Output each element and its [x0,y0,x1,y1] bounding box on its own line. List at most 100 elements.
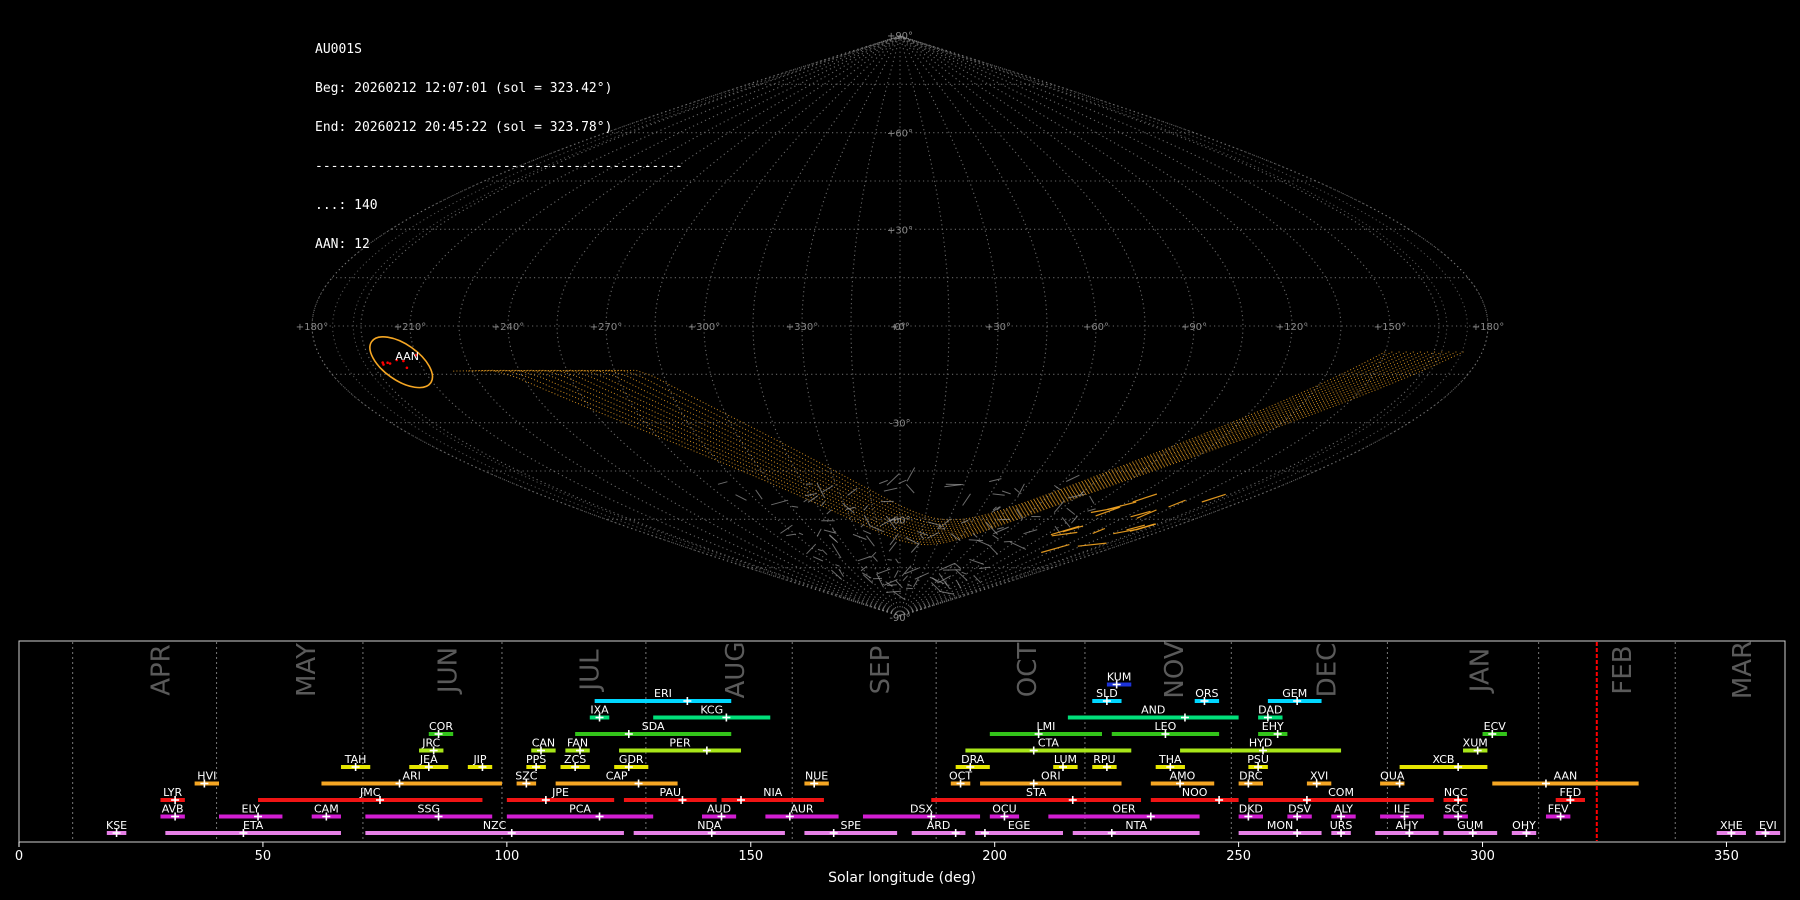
shower-label: ILE [1394,803,1410,816]
shower-label: CTA [1038,737,1060,750]
shower-label: NIA [763,786,782,799]
shower-label: NOO [1182,786,1208,799]
shower-label: JIP [472,753,486,766]
shower-label: NDA [697,819,722,832]
shower-label: OHY [1512,819,1536,832]
shower-ncc: NCC [1443,786,1468,804]
shower-label: THA [1158,753,1182,766]
shower-ege: EGE [975,819,1063,837]
shower-label: CAM [314,803,339,816]
shower-hvi: HVI [194,770,220,788]
shower-label: NTA [1125,819,1147,832]
shower-fan: FAN [565,737,590,755]
shower-label: AND [1141,704,1165,717]
shower-label: DRC [1239,770,1263,783]
shower-label: SLD [1096,687,1118,700]
shower-label: OER [1112,803,1136,816]
month-label: DEC [1313,643,1343,698]
shower-label: GDR [619,753,644,766]
shower-com: COM [1248,786,1434,804]
shower-psu: PSU [1247,753,1269,771]
month-label: MAR [1728,641,1758,699]
shower-amo: AMO [1150,770,1215,788]
shower-ahy: AHY [1375,819,1439,837]
shower-sta: STA [931,786,1142,804]
shower-pau: PAU [623,786,717,804]
shower-ssg: SSG [365,803,493,821]
shower-dsx: DSX [862,803,981,821]
shower-label: AUR [790,803,814,816]
month-label: APR [146,644,176,696]
shower-label: COM [1328,786,1354,799]
x-tick-label: 100 [494,849,519,864]
shower-ixa: IXA [589,704,610,722]
shower-and: AND [1067,704,1239,722]
shower-label: QUA [1380,770,1405,783]
shower-nta: NTA [1072,819,1200,837]
month-label: NOV [1160,641,1190,698]
shower-gdr: GDR [614,753,649,771]
shower-label: CAP [606,770,628,783]
shower-noo: NOO [1150,786,1239,804]
shower-label: PSU [1247,753,1269,766]
x-tick-label: 200 [982,849,1007,864]
shower-label: SSG [418,803,441,816]
shower-jrc: JRC [419,737,444,755]
shower-label: AUD [707,803,731,816]
shower-label: ALY [1334,803,1353,816]
shower-label: ECV [1484,720,1507,733]
shower-label: ZCS [564,753,586,766]
x-axis-label: Solar longitude (deg) [828,870,976,886]
shower-label: AVB [162,803,184,816]
shower-ors: ORS [1194,687,1220,705]
shower-xcb: XCB [1399,753,1488,771]
shower-nzc: NZC [365,819,624,837]
shower-label: AAN [1554,770,1578,783]
shower-label: SZC [515,770,538,783]
shower-aan: AAN [1492,770,1639,788]
x-tick-label: 250 [1226,849,1251,864]
shower-label: KUM [1107,671,1131,684]
shower-jmc: JMC [258,786,483,804]
shower-label: ELY [242,803,261,816]
shower-xvi: XVI [1306,770,1332,788]
month-label: SEP [866,646,896,695]
shower-label: HYD [1249,737,1272,750]
shower-fed: FED [1555,786,1585,804]
shower-label: GEM [1282,687,1307,700]
shower-kcg: KCG [653,704,771,722]
shower-pca: PCA [506,803,654,821]
shower-label: COR [429,720,453,733]
shower-cam: CAM [311,803,341,821]
shower-lyr: LYR [160,786,185,804]
shower-label: AHY [1396,819,1419,832]
shower-label: JRC [421,737,440,750]
shower-spe: SPE [804,819,898,837]
shower-label: LUM [1054,753,1077,766]
shower-label: PPS [526,753,546,766]
shower-label: MON [1267,819,1293,832]
shower-ely: ELY [219,803,283,821]
shower-label: CAN [532,737,555,750]
shower-can: CAN [531,737,556,755]
shower-oct: OCT [949,770,972,788]
shower-label: NUE [805,770,828,783]
shower-label: FED [1559,786,1581,799]
shower-aly: ALY [1331,803,1356,821]
shower-avb: AVB [160,803,185,821]
shower-hyd: HYD [1180,737,1342,755]
shower-dsv: DSV [1287,803,1312,821]
shower-nda: NDA [633,819,785,837]
shower-nia: NIA [721,786,824,804]
shower-zcs: ZCS [560,753,590,771]
shower-label: XHE [1720,819,1743,832]
shower-jip: JIP [467,753,493,771]
month-label: MAY [292,643,322,697]
shower-xum: XUM [1463,737,1488,755]
shower-label: ARD [927,819,951,832]
shower-oer: OER [1048,803,1200,821]
shower-label: EVI [1759,819,1777,832]
shower-scc: SCC [1443,803,1468,821]
month-label: FEB [1608,645,1638,694]
shower-label: PAU [660,786,682,799]
